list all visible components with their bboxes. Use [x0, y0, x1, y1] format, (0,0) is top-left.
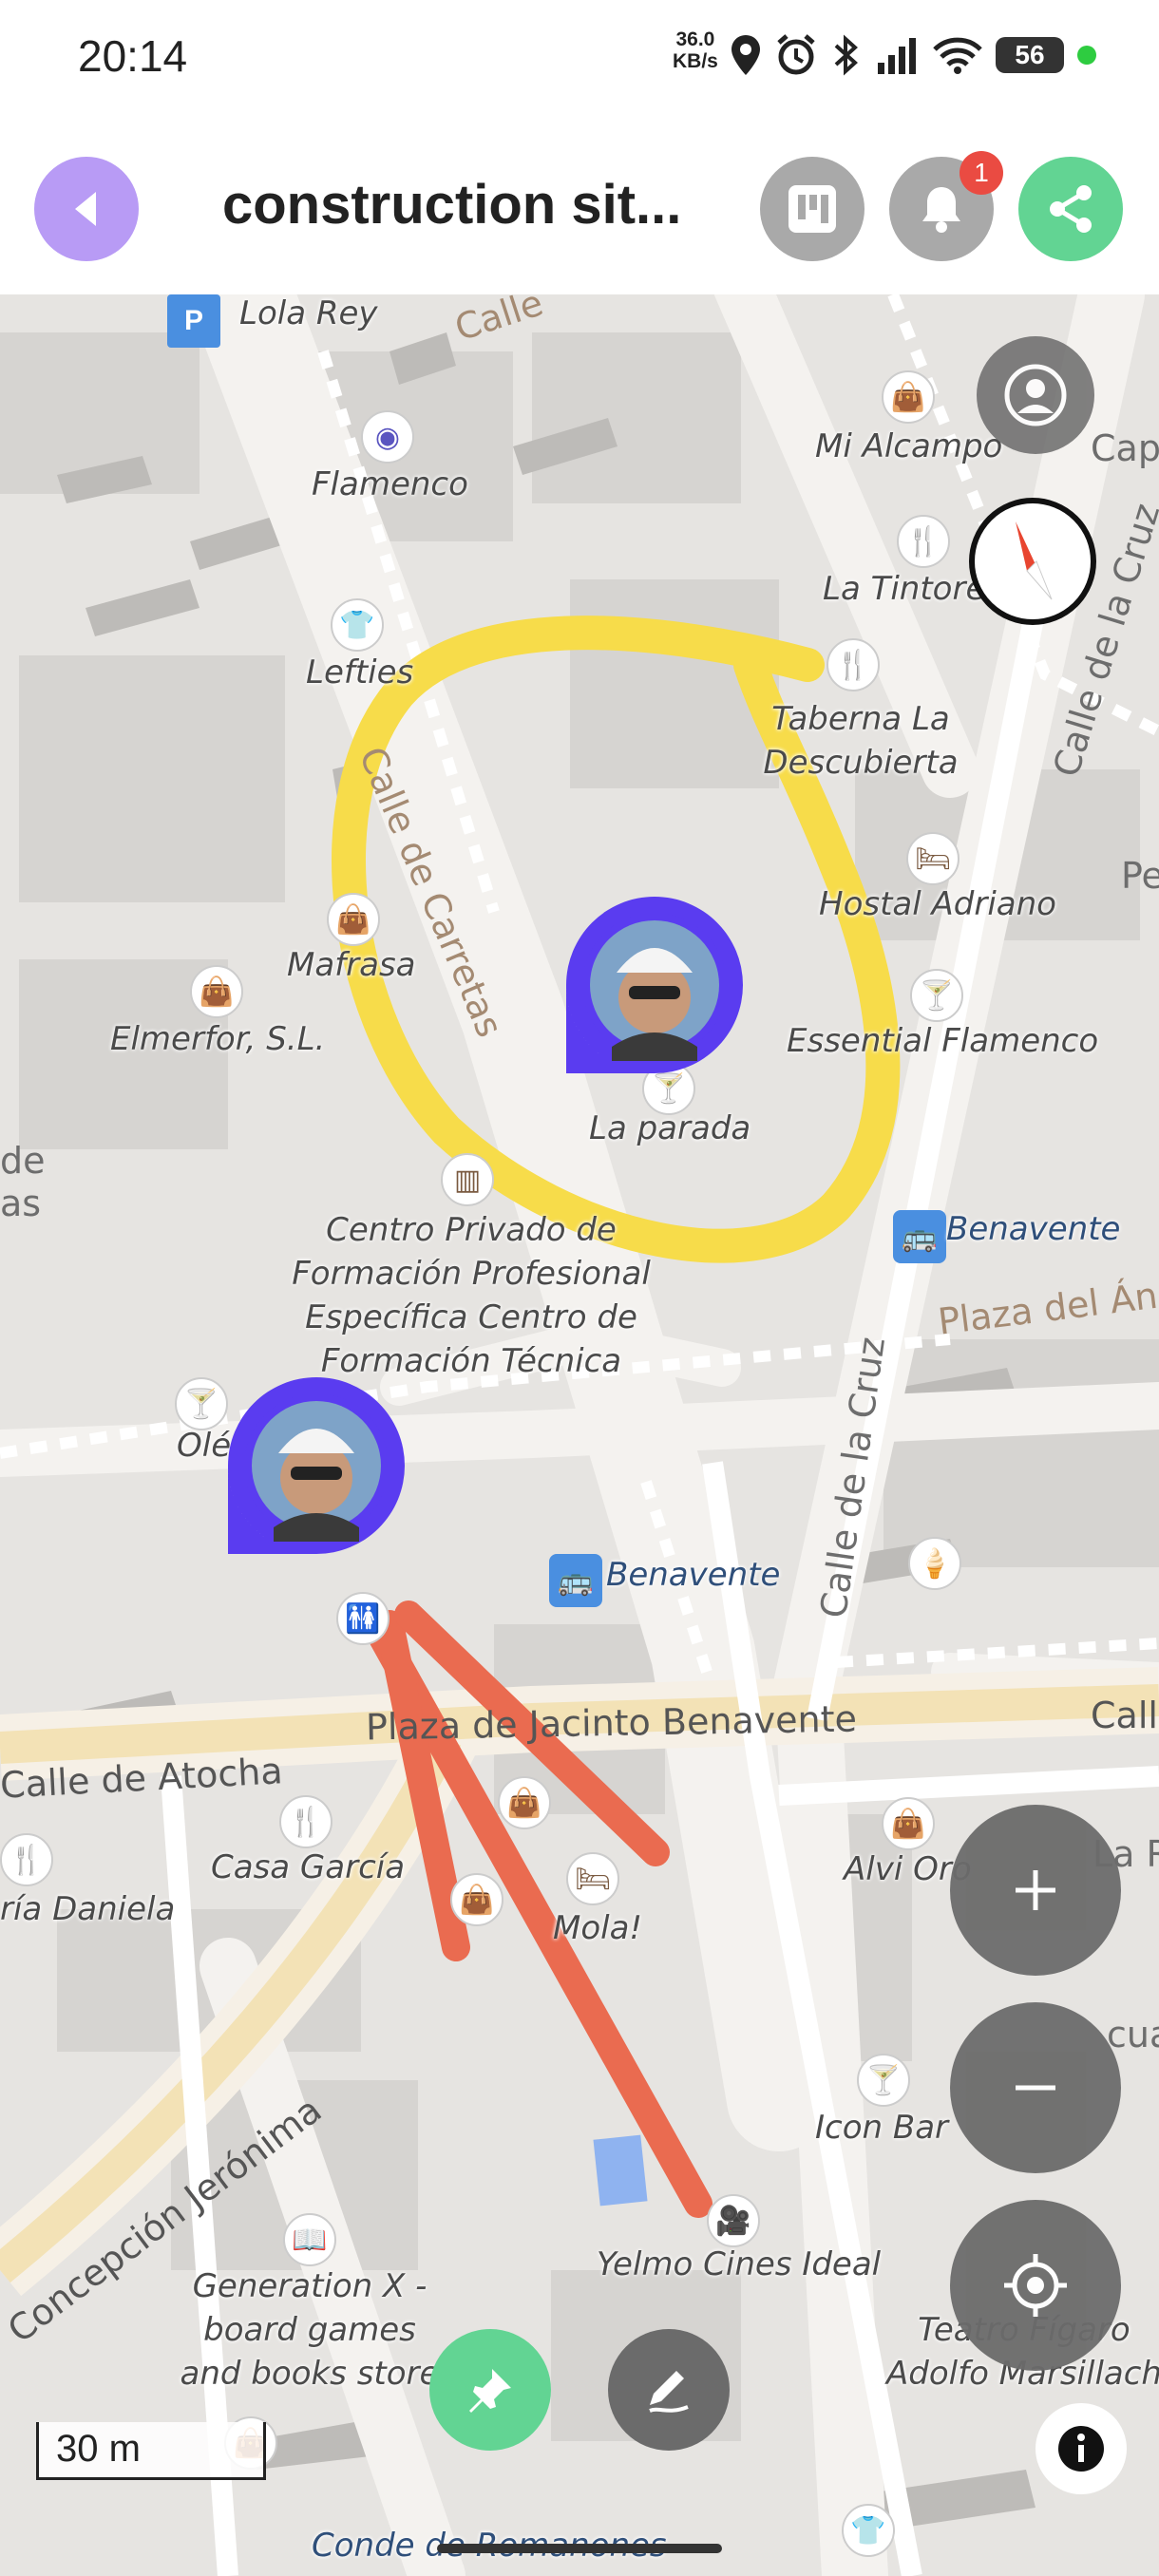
poi-label: Icon Bar	[815, 2109, 949, 2147]
compass-button[interactable]	[969, 498, 1096, 625]
notifications-button[interactable]: 1	[889, 151, 1003, 261]
bus-stop-icon[interactable]: 🚌	[893, 1210, 946, 1263]
info-button[interactable]	[1036, 2403, 1127, 2494]
share-button[interactable]	[1018, 157, 1123, 261]
user-location-pin[interactable]	[226, 1375, 407, 1556]
shopping-bag-icon[interactable]: 👜	[498, 1776, 551, 1829]
poi-label: Centro Privado de Formación Profesional …	[292, 1211, 651, 1380]
street-label: Pe	[1121, 855, 1159, 897]
poi-label: Hostal Adriano	[819, 885, 1056, 923]
book-icon[interactable]: 📖	[283, 2213, 336, 2266]
poi-label: Taberna La Descubierta	[763, 700, 959, 782]
poi-label: Olé	[177, 1427, 232, 1465]
minus-icon	[1016, 2085, 1055, 2091]
poi-label: Flamenco	[312, 465, 468, 503]
network-speed: 36.0 KB/s	[673, 28, 718, 72]
notification-badge: 1	[960, 151, 1003, 195]
hotel-icon[interactable]: 🛏	[566, 1852, 619, 1905]
parking-icon[interactable]: P	[167, 294, 220, 348]
alarm-icon	[777, 34, 815, 75]
top-app-bar: construction sit... 1	[0, 114, 1159, 294]
status-time: 20:14	[78, 31, 188, 81]
school-icon[interactable]: ▥	[441, 1153, 494, 1206]
bluetooth-icon	[834, 34, 858, 76]
person-icon	[1004, 364, 1067, 426]
info-icon	[1058, 2426, 1104, 2472]
street-label: de	[0, 1140, 46, 1182]
clothes-icon[interactable]: 👕	[842, 2504, 895, 2557]
network-speed-value: 36.0	[675, 28, 715, 50]
poi-label: Benavente	[946, 1210, 1121, 1248]
gesture-nav-bar	[437, 2544, 722, 2553]
cinema-icon[interactable]: 🎥	[707, 2194, 760, 2247]
map-scale-label: 30 m	[56, 2428, 141, 2470]
plus-icon	[1016, 1870, 1055, 1910]
shopping-bag-icon[interactable]: 👜	[882, 1797, 935, 1850]
shopping-bag-icon[interactable]: 👜	[327, 893, 380, 946]
cocktail-icon[interactable]: 🍸	[910, 969, 963, 1022]
poi-label: Casa García	[211, 1848, 406, 1886]
poi-label: La parada	[589, 1109, 751, 1147]
back-arrow-icon	[75, 192, 96, 226]
bus-stop-icon[interactable]: 🚌	[549, 1554, 602, 1607]
shopping-bag-icon[interactable]: 👜	[882, 370, 935, 424]
shopping-bag-icon[interactable]: 👜	[450, 1873, 504, 1926]
map-view[interactable]: Calle de Carretas Calle de la Cruz Calle…	[0, 294, 1159, 2576]
poi-label: Lola Rey	[239, 294, 378, 332]
poi-label: ría Daniela	[0, 1890, 176, 1928]
poi-label: Elmerfor, S.L.	[110, 1020, 326, 1058]
street-label: as	[0, 1183, 42, 1224]
edit-draw-icon	[649, 2371, 689, 2413]
toilets-icon[interactable]: 🚻	[336, 1592, 390, 1645]
poi-label: Generation X - board games and books sto…	[180, 2267, 440, 2393]
poi-label: Lefties	[306, 653, 414, 691]
signal-icon	[878, 38, 916, 74]
restaurant-icon[interactable]: 🍴	[826, 638, 880, 691]
cocktail-icon[interactable]: 🍸	[175, 1377, 228, 1430]
status-bar: 20:14 36.0 KB/s 56	[0, 0, 1159, 114]
user-location-pin[interactable]	[564, 895, 745, 1075]
ice-cream-icon[interactable]: 🍦	[908, 1537, 961, 1590]
restaurant-icon[interactable]: 🍴	[279, 1795, 332, 1848]
street-label: Cape	[1091, 427, 1159, 469]
street-label: Plaza de Jacinto Benavente	[365, 1697, 858, 1749]
camera-icon[interactable]: ◉	[361, 410, 414, 464]
share-icon	[1050, 185, 1092, 233]
wifi-icon	[933, 37, 982, 74]
street-label: cua	[1107, 2014, 1159, 2055]
zoom-out-button[interactable]	[950, 2002, 1121, 2173]
network-speed-unit: KB/s	[673, 50, 718, 72]
poi-label: Yelmo Cines Ideal	[597, 2245, 882, 2283]
board-icon	[788, 185, 836, 233]
restaurant-icon[interactable]: 🍴	[0, 1833, 53, 1886]
poi-label: Essential Flamenco	[787, 1022, 1099, 1060]
poi-label: Benavente	[606, 1556, 781, 1594]
cocktail-icon[interactable]: 🍸	[857, 2054, 910, 2107]
privacy-indicator-dot	[1077, 46, 1096, 65]
shopping-bag-icon[interactable]: 👜	[190, 965, 243, 1018]
my-location-button[interactable]	[950, 2200, 1121, 2371]
compass-needle-icon	[1016, 521, 1053, 600]
hotel-icon[interactable]: 🛏	[906, 832, 960, 885]
poi-label: Mafrasa	[287, 946, 416, 984]
battery-indicator: 56	[996, 37, 1064, 73]
pin-icon	[469, 2369, 511, 2413]
poi-label: Mi Alcampo	[815, 427, 1003, 465]
page-title: construction sit...	[222, 174, 682, 236]
add-pin-button[interactable]	[429, 2329, 551, 2451]
back-button[interactable]	[34, 157, 139, 261]
kanban-button[interactable]	[760, 157, 864, 261]
crosshair-icon	[1004, 2254, 1067, 2317]
bell-icon	[922, 187, 960, 233]
map-scale-bar: 30 m	[36, 2422, 266, 2480]
zoom-in-button[interactable]	[950, 1805, 1121, 1976]
restaurant-icon[interactable]: 🍴	[897, 515, 950, 568]
location-icon	[732, 35, 760, 75]
poi-label: Mola!	[553, 1909, 643, 1947]
profile-button[interactable]	[977, 336, 1094, 454]
street-label: Calle	[1091, 1695, 1159, 1736]
clothes-icon[interactable]: 👕	[331, 598, 384, 652]
draw-button[interactable]	[608, 2329, 730, 2451]
